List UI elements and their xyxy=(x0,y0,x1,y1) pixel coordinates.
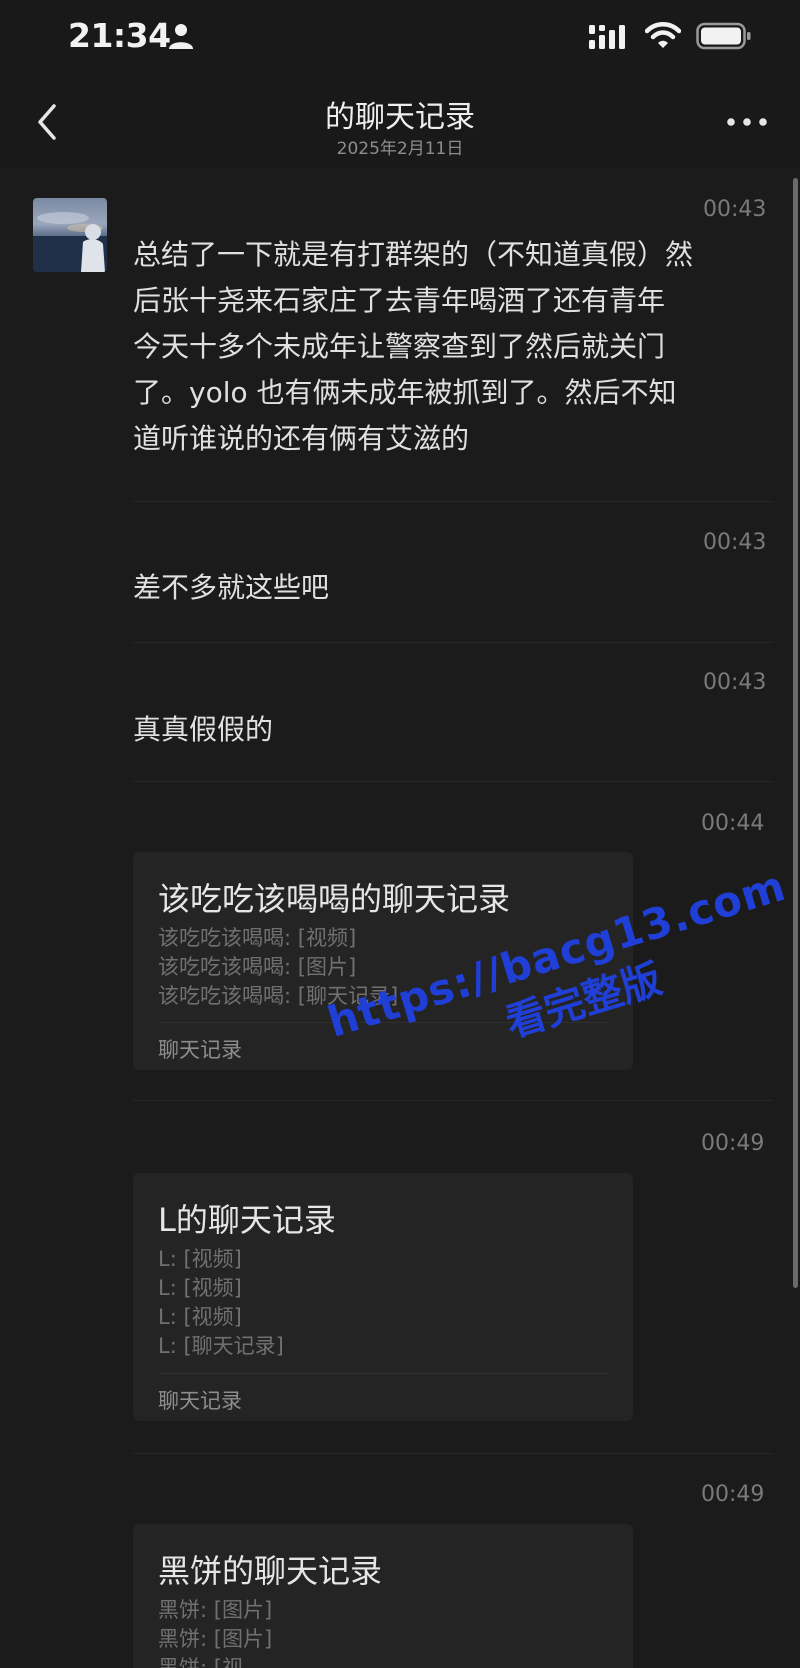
page-subtitle-date: 2025年2月11日 xyxy=(336,139,464,159)
scrollbar[interactable] xyxy=(793,178,798,1288)
avatar[interactable] xyxy=(33,198,107,272)
chat-record-preview-line: 黑饼: [图片] xyxy=(158,1627,273,1651)
battery-icon xyxy=(696,22,751,50)
status-time: 21:34 xyxy=(68,16,171,55)
person-icon xyxy=(169,24,193,49)
cellular-signal-icon xyxy=(589,25,625,49)
chat-record-title: 该吃吃该喝喝的聊天记录 xyxy=(158,880,511,918)
divider xyxy=(133,1100,773,1101)
chat-record-preview-line: L: [聊天记录] xyxy=(158,1334,284,1358)
message-line: 道听谁说的还有俩有艾滋的 xyxy=(133,422,470,455)
message-line: 总结了一下就是有打群架的（不知道真假）然 xyxy=(133,238,694,271)
chat-record-footer: 聊天记录 xyxy=(158,1038,242,1062)
message-time: 00:43 xyxy=(703,670,767,695)
status-bar: 21:34 xyxy=(0,0,800,76)
chat-record-footer: 聊天记录 xyxy=(158,1389,242,1413)
chat-record-preview-line: L: [视频] xyxy=(158,1247,242,1271)
chat-record-preview-line: 该吃吃该喝喝: [图片] xyxy=(158,955,357,979)
card-divider xyxy=(158,1373,608,1374)
chat-record-preview-line: 黑饼: [视 xyxy=(158,1656,243,1668)
chat-record-card[interactable]: L的聊天记录 L: [视频] L: [视频] L: [视频] L: [聊天记录]… xyxy=(133,1173,633,1421)
chat-record-preview-line: L: [视频] xyxy=(158,1276,242,1300)
chat-record-preview-line: 黑饼: [图片] xyxy=(158,1598,273,1622)
message-text[interactable]: 真真假假的 xyxy=(133,707,273,753)
chat-record-preview-line: L: [视频] xyxy=(158,1305,242,1329)
chat-history-screen: 21:34 的聊天记录 2025年2月11日 00:43 总结了一下就是有打群架… xyxy=(0,0,800,1668)
page-title: 的聊天记录 xyxy=(325,100,475,135)
chat-record-card[interactable]: 黑饼的聊天记录 黑饼: [图片] 黑饼: [图片] 黑饼: [视 xyxy=(133,1524,633,1668)
chat-record-preview-line: 该吃吃该喝喝: [视频] xyxy=(158,926,357,950)
message-line: 了。yolo 也有俩未成年被抓到了。然后不知 xyxy=(133,376,677,409)
message-time: 00:44 xyxy=(701,811,765,836)
message-text[interactable]: 差不多就这些吧 xyxy=(133,565,329,611)
divider xyxy=(133,1453,773,1454)
message-time: 00:49 xyxy=(701,1482,765,1507)
divider xyxy=(133,781,773,782)
divider xyxy=(133,501,773,502)
message-time: 00:43 xyxy=(703,197,767,222)
message-line: 今天十多个未成年让警察查到了然后就关门 xyxy=(133,330,666,363)
chat-record-title: L的聊天记录 xyxy=(158,1201,336,1239)
navigation-bar: 的聊天记录 2025年2月11日 xyxy=(0,76,800,168)
message-time: 00:43 xyxy=(703,530,767,555)
divider xyxy=(133,642,773,643)
message-time: 00:49 xyxy=(701,1131,765,1156)
avatar-image xyxy=(33,212,107,272)
message-text[interactable]: 总结了一下就是有打群架的（不知道真假）然 后张十尧来石家庄了去青年喝酒了还有青年… xyxy=(133,232,693,462)
message-line: 后张十尧来石家庄了去青年喝酒了还有青年 xyxy=(133,284,666,317)
more-options-button[interactable] xyxy=(724,110,770,134)
chat-record-title: 黑饼的聊天记录 xyxy=(158,1552,383,1590)
wifi-icon xyxy=(645,22,681,48)
